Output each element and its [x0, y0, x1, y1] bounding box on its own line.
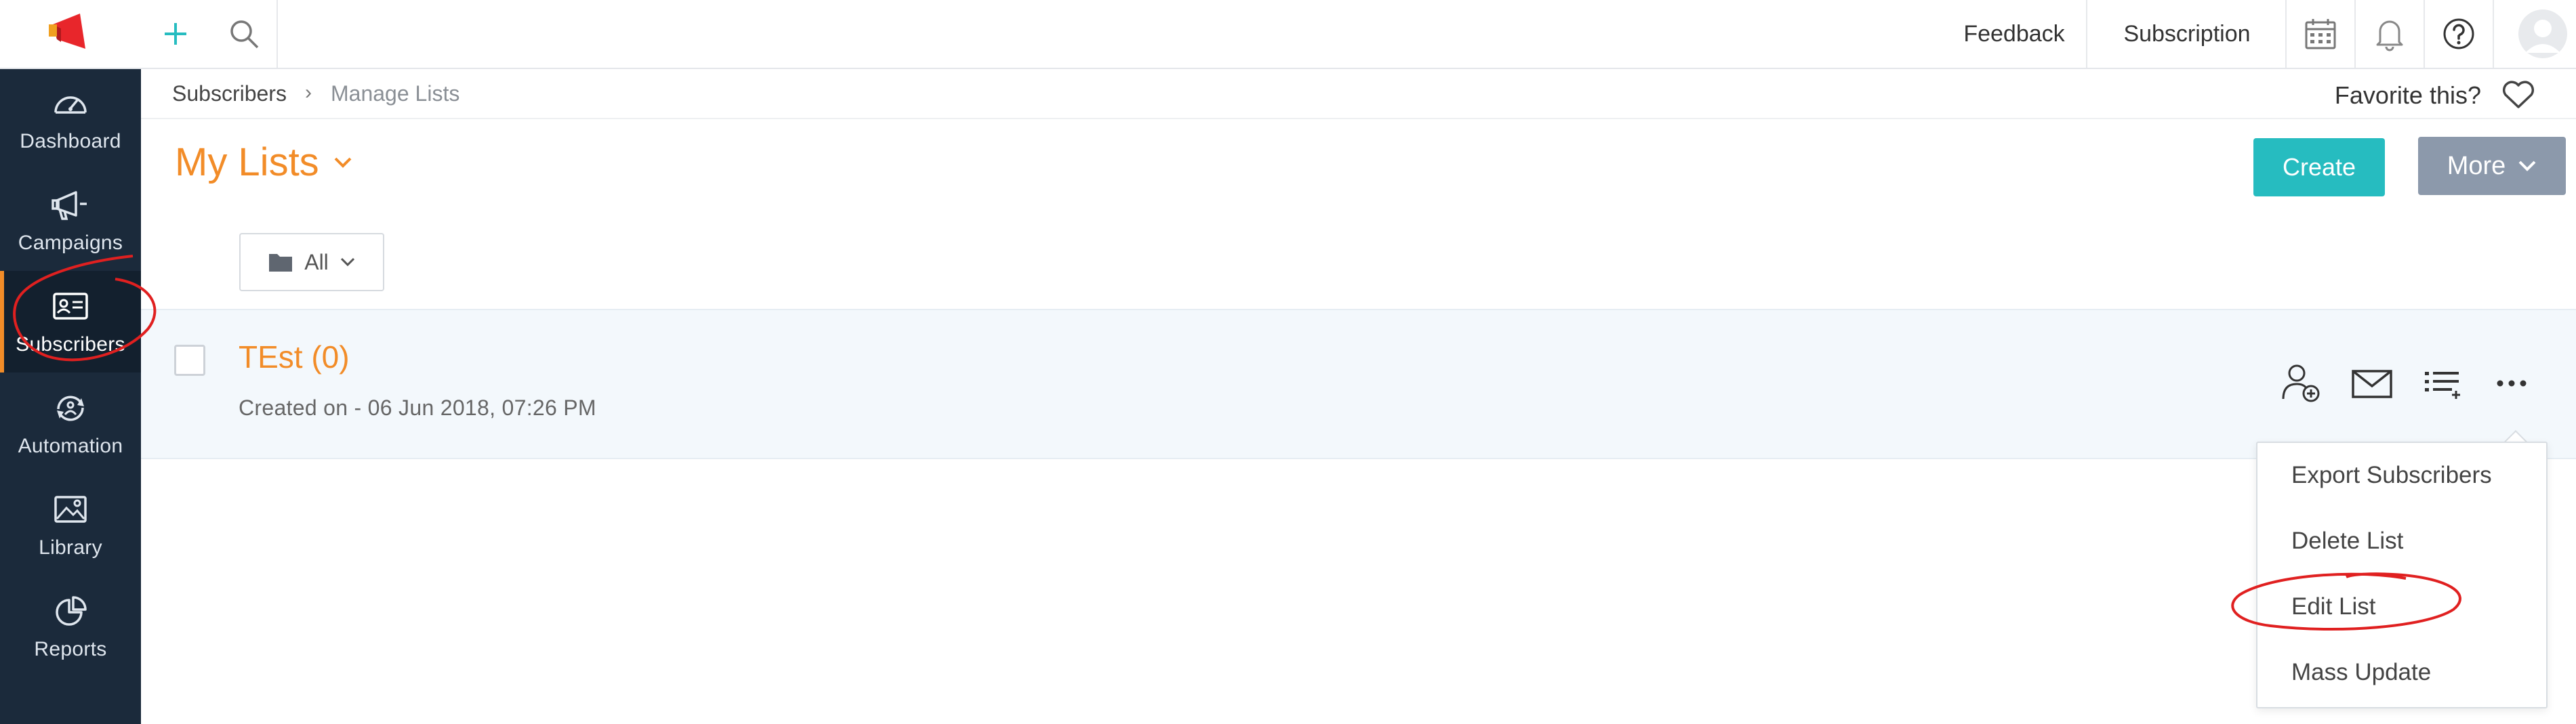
- subscription-link[interactable]: Subscription: [2089, 0, 2285, 68]
- page-title: My Lists: [175, 140, 319, 184]
- subscription-label: Subscription: [2123, 20, 2251, 47]
- sidebar-item-library[interactable]: Library: [0, 474, 141, 576]
- automation-icon: [57, 396, 84, 421]
- list-created-date: Created on - 06 Jun 2018, 07:26 PM: [239, 396, 596, 420]
- filter-label: All: [304, 249, 329, 274]
- help-button[interactable]: [2425, 0, 2493, 68]
- bell-icon: [2376, 20, 2403, 51]
- add-button[interactable]: [142, 0, 209, 68]
- list-item[interactable]: TEst (0) Created on - 06 Jun 2018, 07:26…: [141, 309, 2576, 459]
- sidebar-item-label: Automation: [18, 435, 123, 457]
- sidebar-item-label: Subscribers: [16, 333, 125, 356]
- topbar-divider: [2086, 0, 2087, 68]
- notifications-button[interactable]: [2356, 0, 2424, 68]
- avatar-icon: [2518, 9, 2567, 58]
- search-icon: [230, 20, 259, 49]
- folder-filter-dropdown[interactable]: All: [239, 233, 384, 291]
- more-label: More: [2447, 151, 2506, 180]
- sidebar-item-reports[interactable]: Reports: [0, 576, 141, 677]
- send-email-button[interactable]: [2346, 358, 2398, 409]
- calendar-button[interactable]: [2287, 0, 2354, 68]
- app-logo-icon[interactable]: [47, 9, 95, 57]
- topbar-divider: [277, 0, 278, 68]
- create-button[interactable]: Create: [2253, 138, 2385, 196]
- sidebar-item-label: Dashboard: [20, 130, 121, 152]
- top-bar: Feedback Subscription: [141, 0, 2576, 69]
- sidebar-item-dashboard[interactable]: Dashboard: [0, 68, 141, 169]
- calendar-icon: [2305, 19, 2336, 49]
- feedback-link[interactable]: Feedback: [1930, 0, 2098, 68]
- sidebar-item-label: Reports: [34, 638, 107, 660]
- user-avatar[interactable]: [2510, 0, 2575, 68]
- folder-icon: [269, 254, 293, 272]
- list-title-link[interactable]: TEst (0): [239, 339, 350, 375]
- feedback-label: Feedback: [1963, 20, 2065, 47]
- heart-icon[interactable]: [2501, 80, 2535, 110]
- chevron-down-icon: [2518, 161, 2536, 171]
- add-subscriber-button[interactable]: [2276, 358, 2327, 409]
- menu-item-edit-list[interactable]: Edit List: [2291, 593, 2376, 620]
- envelope-icon: [2352, 370, 2392, 398]
- ellipsis-icon: [2497, 380, 2527, 387]
- sidebar-item-label: Campaigns: [18, 232, 123, 254]
- menu-item-export-subscribers[interactable]: Export Subscribers: [2291, 462, 2492, 489]
- add-user-icon: [2282, 364, 2320, 402]
- topbar-divider: [2493, 0, 2494, 68]
- more-options-button[interactable]: [2486, 358, 2537, 409]
- page-title-dropdown[interactable]: My Lists: [175, 140, 353, 185]
- pie-chart-icon: [56, 596, 87, 626]
- breadcrumb-separator: ›: [305, 81, 312, 104]
- list-icon: [2425, 372, 2460, 399]
- sidebar-item-automation[interactable]: Automation: [0, 372, 141, 474]
- sidebar-item-label: Library: [39, 536, 102, 559]
- gauge-icon: [54, 96, 87, 114]
- breadcrumb-subscribers[interactable]: Subscribers: [172, 81, 287, 106]
- more-button[interactable]: More: [2418, 137, 2566, 195]
- chevron-down-icon: [334, 157, 352, 168]
- plus-icon: [165, 23, 186, 45]
- page-header: My Lists Create More: [141, 119, 2576, 214]
- menu-item-mass-update[interactable]: Mass Update: [2291, 659, 2431, 686]
- breadcrumb-current: Manage Lists: [331, 81, 460, 106]
- megaphone-icon: [52, 191, 87, 220]
- filter-bar: All: [141, 213, 2576, 307]
- logo-container[interactable]: [0, 0, 141, 69]
- menu-item-delete-list[interactable]: Delete List: [2291, 528, 2403, 555]
- breadcrumb: Subscribers › Manage Lists Favorite this…: [141, 69, 2576, 119]
- sidebar: Dashboard Campaigns Subscribers Automati…: [0, 0, 141, 724]
- list-actions-menu: Export Subscribers Delete List Edit List…: [2256, 442, 2548, 708]
- help-icon: [2443, 18, 2474, 49]
- chevron-down-icon: [340, 257, 354, 267]
- id-card-icon: [53, 293, 88, 320]
- row-checkbox[interactable]: [174, 345, 205, 376]
- favorite-label: Favorite this?: [2334, 81, 2481, 109]
- sidebar-item-subscribers[interactable]: Subscribers: [0, 271, 141, 372]
- sidebar-item-campaigns[interactable]: Campaigns: [0, 169, 141, 271]
- view-list-button[interactable]: [2417, 358, 2468, 409]
- global-search-button[interactable]: [211, 0, 277, 68]
- image-icon: [54, 496, 87, 523]
